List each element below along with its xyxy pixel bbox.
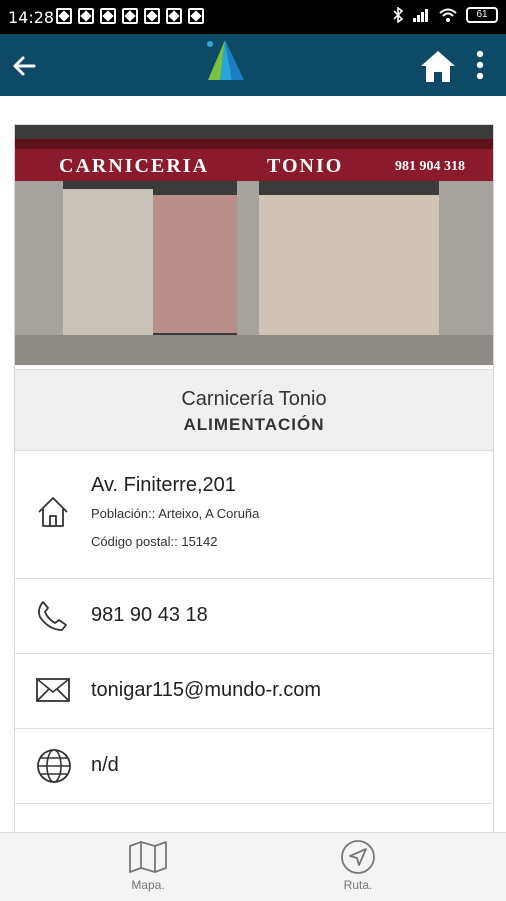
- arrow-left-icon[interactable]: [8, 50, 40, 82]
- tab-map-label: Mapa.: [131, 878, 165, 892]
- navigation-icon: [341, 840, 375, 874]
- home-outline-icon: [38, 497, 68, 527]
- business-name: Carnicería Tonio: [181, 388, 327, 410]
- address-row[interactable]: Av. Finiterre,201 Población:: Arteixo, A…: [15, 450, 493, 579]
- website-text: n/d: [91, 754, 119, 776]
- notification-icon: [122, 8, 138, 24]
- phone-icon: [38, 601, 67, 631]
- more-vertical-icon[interactable]: [472, 50, 488, 80]
- system-icons: 61: [392, 7, 498, 23]
- postal-code-text: Código postal:: 15142: [91, 534, 218, 549]
- tab-map[interactable]: Mapa.: [108, 839, 188, 892]
- battery-icon: 61: [466, 7, 498, 23]
- globe-icon: [37, 749, 71, 783]
- business-header: Carnicería Tonio ALIMENTACIÓN: [15, 369, 493, 451]
- population-text: Población:: Arteixo, A Coruña: [91, 506, 260, 521]
- address-text: Av. Finiterre,201: [91, 474, 236, 496]
- email-row[interactable]: tonigar115@mundo-r.com: [15, 654, 493, 729]
- phone-row[interactable]: 981 90 43 18: [15, 579, 493, 654]
- notification-icon: [188, 8, 204, 24]
- business-category: ALIMENTACIÓN: [183, 415, 325, 434]
- notification-icons: [56, 8, 204, 24]
- app-logo-icon: [207, 40, 244, 80]
- tab-route[interactable]: Ruta.: [318, 839, 398, 892]
- photo-sign-phone: 981 904 318: [395, 159, 465, 174]
- signal-icon: [413, 9, 428, 22]
- photo-sign-left: CARNICERIA: [59, 155, 210, 177]
- mail-icon: [36, 678, 70, 702]
- phone-text: 981 90 43 18: [91, 604, 208, 626]
- business-card: CARNICERIA TONIO 981 904 318 Carnicería …: [14, 124, 494, 846]
- notification-icon: [78, 8, 94, 24]
- bottom-nav: Mapa. Ruta.: [0, 832, 506, 901]
- notification-icon: [56, 8, 72, 24]
- photo-sign-right: TONIO: [267, 155, 344, 177]
- bell-icon: [144, 8, 160, 24]
- status-bar: 14:28 61: [0, 0, 506, 34]
- youtube-icon: [166, 8, 182, 24]
- email-text: tonigar115@mundo-r.com: [91, 679, 322, 701]
- status-time: 14:28: [8, 8, 55, 27]
- map-icon: [129, 841, 167, 873]
- home-icon[interactable]: [418, 48, 458, 84]
- website-row[interactable]: n/d: [15, 729, 493, 804]
- storefront-photo: CARNICERIA TONIO 981 904 318: [15, 125, 493, 365]
- notification-icon: [100, 8, 116, 24]
- wifi-icon: [439, 8, 457, 22]
- tab-route-label: Ruta.: [343, 878, 373, 892]
- app-bar: [0, 34, 506, 96]
- bluetooth-icon: [393, 7, 404, 23]
